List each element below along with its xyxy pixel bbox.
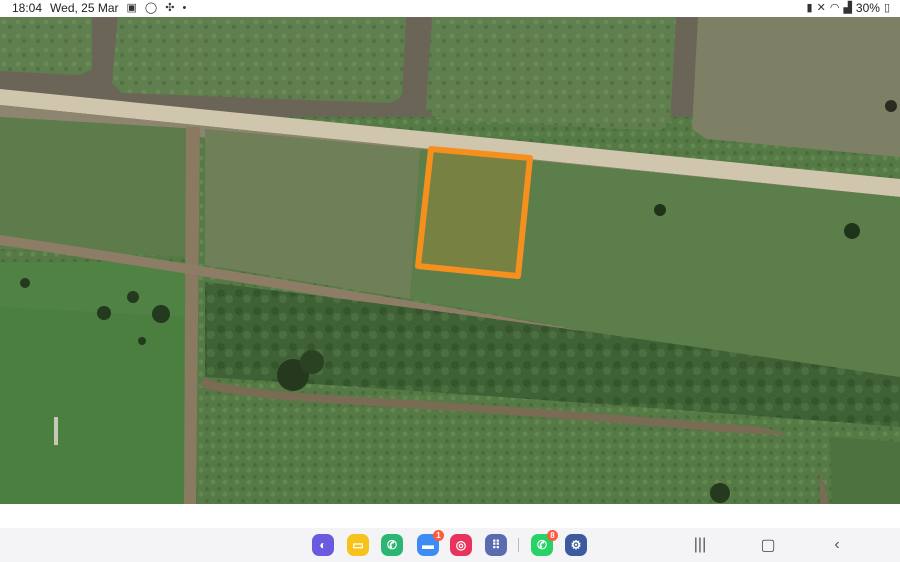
satellite-map[interactable] bbox=[0, 17, 900, 504]
map-imagery[interactable] bbox=[0, 17, 900, 504]
status-bar: 18:04 Wed, 25 Mar ▣ ◯ ✣ • ▮ ✕ ◠ ▟ 30% ▯ bbox=[0, 0, 900, 17]
battery-percent: 30% bbox=[855, 1, 880, 15]
dot-icon: • bbox=[182, 2, 187, 14]
settings-app-icon[interactable]: ⚙ bbox=[565, 534, 587, 556]
phone-app-icon[interactable]: ✆ bbox=[381, 534, 403, 556]
taskbar-divider bbox=[518, 538, 519, 552]
back-button[interactable]: ‹ bbox=[825, 534, 849, 556]
apps-grid-icon[interactable]: ⠿ bbox=[485, 534, 507, 556]
battery-saver-icon: ▮ bbox=[806, 2, 813, 14]
messages-app-icon[interactable]: ▬ 1 bbox=[417, 530, 444, 556]
notes-app-icon[interactable]: ▭ bbox=[347, 534, 369, 556]
parcel-boundary[interactable] bbox=[415, 146, 533, 279]
camera-app-icon[interactable]: ◎ bbox=[450, 534, 472, 556]
fan-icon: ✣ bbox=[165, 2, 175, 14]
map-bottom-margin bbox=[0, 504, 900, 528]
recents-button[interactable]: ||| bbox=[688, 534, 712, 556]
whatsapp-icon: ◯ bbox=[144, 2, 158, 14]
whatsapp-badge: 8 bbox=[547, 530, 558, 541]
messages-badge: 1 bbox=[433, 530, 444, 541]
battery-icon: ▯ bbox=[883, 2, 890, 14]
whatsapp-app-icon[interactable]: ✆ 8 bbox=[531, 530, 558, 556]
mute-icon: ✕ bbox=[816, 2, 826, 14]
clock: 18:04 bbox=[12, 1, 43, 15]
wifi-icon: ◠ bbox=[829, 2, 840, 14]
internet-app-icon[interactable]: ◐ bbox=[312, 534, 334, 556]
signal-icon: ▟ bbox=[843, 2, 852, 14]
date: Wed, 25 Mar bbox=[50, 1, 119, 15]
home-button[interactable]: ▢ bbox=[756, 534, 780, 556]
gallery-icon: ▣ bbox=[126, 2, 137, 14]
